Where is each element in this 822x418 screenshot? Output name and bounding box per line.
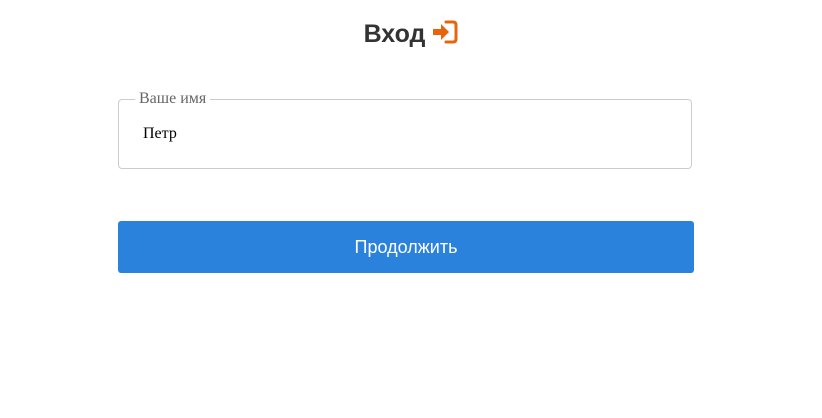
sign-in-icon <box>432 20 458 44</box>
name-input[interactable] <box>143 122 663 146</box>
page-header: Вход <box>0 17 822 51</box>
name-field-label: Ваше имя <box>135 90 211 108</box>
name-fieldset: Ваше имя <box>118 90 692 169</box>
page-title: Вход <box>363 20 426 48</box>
continue-button[interactable]: Продолжить <box>118 221 694 273</box>
